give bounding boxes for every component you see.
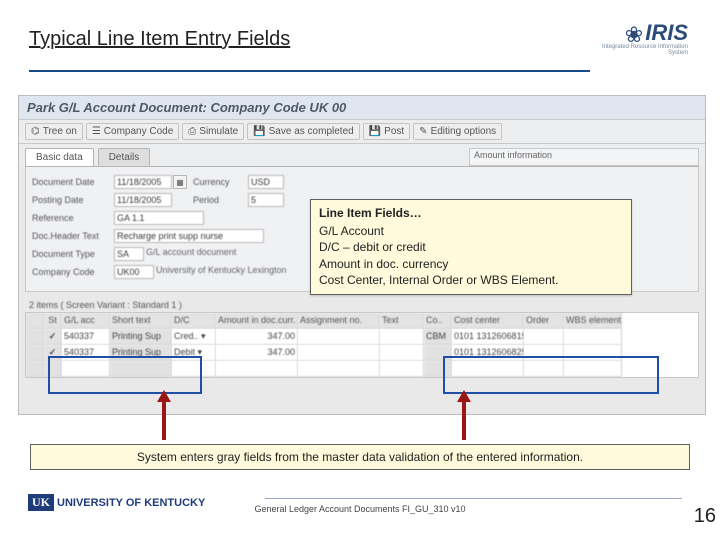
company-code-label: Company Code	[32, 267, 114, 277]
simulate-icon: ⎙	[188, 126, 196, 137]
col-state: St	[44, 313, 62, 329]
callout-line: D/C – debit or credit	[319, 239, 623, 255]
cell-order[interactable]	[524, 345, 564, 361]
period-field[interactable]	[248, 193, 284, 207]
document-type-desc: G/L account document	[144, 247, 284, 261]
page-number: 16	[694, 505, 716, 528]
editing-options-button[interactable]: ✎Editing options	[413, 123, 502, 140]
cell-check-icon: ✓	[44, 329, 62, 345]
cell-text[interactable]	[380, 345, 424, 361]
cell-cost-center[interactable]: 0101 1312606825	[452, 345, 524, 361]
cell-assignment[interactable]	[298, 329, 380, 345]
col-assignment: Assignment no.	[298, 313, 380, 329]
col-short-text: Short text	[110, 313, 172, 329]
arrow-up-icon	[162, 392, 166, 440]
reference-label: Reference	[32, 213, 114, 223]
doc-header-text-label: Doc.Header Text	[32, 231, 114, 241]
cell-check-icon: ✓	[44, 345, 62, 361]
col-co: Co..	[424, 313, 452, 329]
calendar-icon[interactable]: ▦	[173, 175, 187, 189]
toolbar: ⌬Tree on ☰Company Code ⎙Simulate 💾Save a…	[19, 120, 705, 144]
cell-dc[interactable]: Cred.. ▾	[172, 329, 216, 345]
callout-line-item-fields: Line Item Fields… G/L Account D/C – debi…	[310, 199, 632, 295]
cell-wbs[interactable]	[564, 345, 622, 361]
iris-logo: ❀IRIS Integrated Resource Information Sy…	[593, 20, 688, 64]
col-amount: Amount in doc.curr.	[216, 313, 298, 329]
slide-title: Typical Line Item Entry Fields	[29, 28, 290, 51]
cell-cost-center[interactable]: 0101 1312606815	[452, 329, 524, 345]
cell-cbm	[424, 345, 452, 361]
callout-line: Cost Center, Internal Order or WBS Eleme…	[319, 272, 623, 288]
arrow-up-icon	[462, 392, 466, 440]
col-status	[26, 313, 44, 329]
line-item-grid[interactable]: St G/L acc Short text D/C Amount in doc.…	[25, 312, 699, 378]
amount-info-panel: Amount information	[469, 148, 699, 166]
cell-cbm: CBM	[424, 329, 452, 345]
currency-field[interactable]	[248, 175, 284, 189]
col-dc: D/C	[172, 313, 216, 329]
iris-text: IRIS	[645, 20, 688, 45]
cell-amount[interactable]: 347.00	[216, 345, 298, 361]
currency-label: Currency	[193, 177, 248, 187]
grid-header: St G/L acc Short text D/C Amount in doc.…	[26, 313, 698, 329]
col-order: Order	[524, 313, 564, 329]
bottom-note: System enters gray fields from the maste…	[30, 444, 690, 470]
col-gl-acc: G/L acc	[62, 313, 110, 329]
window-title: Park G/L Account Document: Company Code …	[19, 96, 705, 120]
col-cost-center: Cost center	[452, 313, 524, 329]
title-rule	[29, 70, 590, 72]
document-type-field[interactable]	[114, 247, 144, 261]
cell-text[interactable]	[380, 329, 424, 345]
company-code-field[interactable]	[114, 265, 154, 279]
document-date-field[interactable]	[114, 175, 172, 189]
cell-gl[interactable]: 540337	[62, 329, 110, 345]
cell-amount[interactable]: 347.00	[216, 329, 298, 345]
tree-icon: ⌬	[31, 126, 40, 137]
cell-status[interactable]	[26, 329, 44, 345]
cell-status[interactable]	[26, 345, 44, 361]
items-count-bar: 2 items ( Screen Variant : Standard 1 )	[25, 298, 699, 312]
tree-on-button[interactable]: ⌬Tree on	[25, 123, 83, 140]
cell-gl[interactable]: 540337	[62, 345, 110, 361]
company-code-desc: University of Kentucky Lexington	[154, 265, 334, 279]
grid-row-empty[interactable]	[26, 361, 698, 377]
col-text: Text	[380, 313, 424, 329]
tabs-row: Basic data Details Amount information	[19, 144, 705, 166]
save-icon: 💾	[253, 126, 265, 137]
doc-header-text-field[interactable]	[114, 229, 264, 243]
pencil-icon: ✎	[419, 126, 427, 137]
callout-line: G/L Account	[319, 223, 623, 239]
posting-date-label: Posting Date	[32, 195, 114, 205]
company-icon: ☰	[92, 126, 101, 137]
simulate-button[interactable]: ⎙Simulate	[182, 123, 244, 140]
period-label: Period	[193, 195, 248, 205]
company-code-button[interactable]: ☰Company Code	[86, 123, 179, 140]
save-as-completed-button[interactable]: 💾Save as completed	[247, 123, 360, 140]
col-wbs: WBS element	[564, 313, 622, 329]
grid-row[interactable]: ✓ 540337 Printing Sup Debit ▾ 347.00 010…	[26, 345, 698, 361]
tab-basic-data[interactable]: Basic data	[25, 148, 94, 166]
cell-wbs[interactable]	[564, 329, 622, 345]
cell-short-text: Printing Sup	[110, 345, 172, 361]
document-date-label: Document Date	[32, 177, 114, 187]
tab-details[interactable]: Details	[98, 148, 151, 166]
posting-date-field[interactable]	[114, 193, 172, 207]
cell-dc[interactable]: Debit ▾	[172, 345, 216, 361]
callout-line: Amount in doc. currency	[319, 256, 623, 272]
cell-order[interactable]	[524, 329, 564, 345]
reference-field[interactable]	[114, 211, 204, 225]
callout-title: Line Item Fields…	[319, 205, 623, 221]
cell-short-text: Printing Sup	[110, 329, 172, 345]
cell-assignment[interactable]	[298, 345, 380, 361]
footer-text: General Ledger Account Documents FI_GU_3…	[0, 504, 720, 514]
footer-rule	[265, 498, 682, 499]
post-button[interactable]: 💾Post	[363, 123, 410, 140]
iris-subtitle: Integrated Resource Information System	[593, 44, 688, 56]
document-type-label: Document Type	[32, 249, 114, 259]
post-icon: 💾	[369, 126, 381, 137]
grid-row[interactable]: ✓ 540337 Printing Sup Cred.. ▾ 347.00 CB…	[26, 329, 698, 345]
